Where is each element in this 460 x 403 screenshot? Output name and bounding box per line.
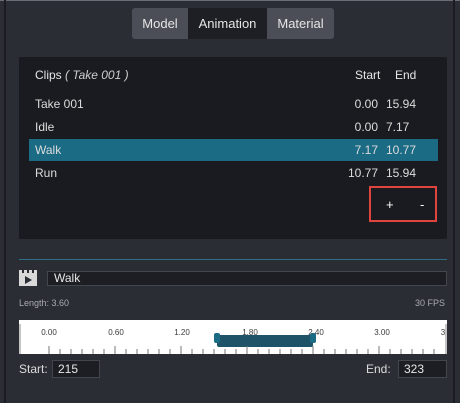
remove-clip-button[interactable]: -: [420, 197, 424, 212]
clip-end: 15.94: [386, 97, 417, 111]
clip-row-walk[interactable]: Walk 7.17 10.77: [29, 139, 438, 161]
timeline-ruler: [19, 324, 447, 354]
tab-material[interactable]: Material: [267, 8, 334, 39]
right-border: [453, 0, 455, 403]
end-frame-field[interactable]: 323: [398, 360, 447, 378]
section-divider: [19, 259, 447, 260]
end-label: End:: [366, 362, 391, 376]
clips-panel: Clips ( Take 001 ) Start End Take 001 0.…: [19, 57, 447, 239]
add-remove-clip-controls: + -: [369, 186, 437, 222]
clip-fps: 30 FPS: [415, 298, 446, 308]
clip-name: Take 001: [35, 97, 84, 111]
column-start-header: Start: [355, 68, 381, 82]
clip-length: Length: 3.60: [19, 298, 70, 308]
clips-header-label: Clips: [35, 68, 62, 82]
clip-row-run[interactable]: Run 10.77 15.94: [29, 162, 438, 184]
start-label: Start:: [19, 362, 48, 376]
clip-name: Walk: [35, 143, 62, 157]
tab-model[interactable]: Model: [132, 8, 188, 39]
clip-row-take-001[interactable]: Take 001 0.00 15.94: [29, 93, 438, 115]
clip-name-field[interactable]: Walk: [47, 271, 447, 286]
column-end-header: End: [395, 68, 417, 82]
film-clapper-icon: [19, 270, 37, 286]
top-border: [0, 0, 460, 1]
clip-name: Run: [35, 166, 58, 180]
clip-timeline[interactable]: 0.00 0.60 1.20 1.80 2.40 3.00 3: [19, 320, 447, 354]
clip-start: 10.77: [347, 166, 378, 180]
clip-name: Idle: [35, 120, 55, 134]
inspector-tabs: Model Animation Material: [132, 8, 334, 39]
left-border: [4, 0, 6, 403]
clip-start: 0.00: [354, 120, 378, 134]
start-frame-field[interactable]: 215: [52, 360, 100, 378]
clip-end: 10.77: [386, 143, 417, 157]
clip-start: 0.00: [354, 97, 378, 111]
clips-header-source: ( Take 001 ): [65, 68, 129, 82]
clips-header: Clips ( Take 001 ): [35, 68, 129, 82]
clip-start: 7.17: [354, 143, 378, 157]
clip-end: 15.94: [386, 166, 417, 180]
add-clip-button[interactable]: +: [386, 197, 394, 212]
clip-end: 7.17: [386, 120, 410, 134]
clip-row-idle[interactable]: Idle 0.00 7.17: [29, 116, 438, 138]
tab-animation[interactable]: Animation: [188, 8, 267, 39]
